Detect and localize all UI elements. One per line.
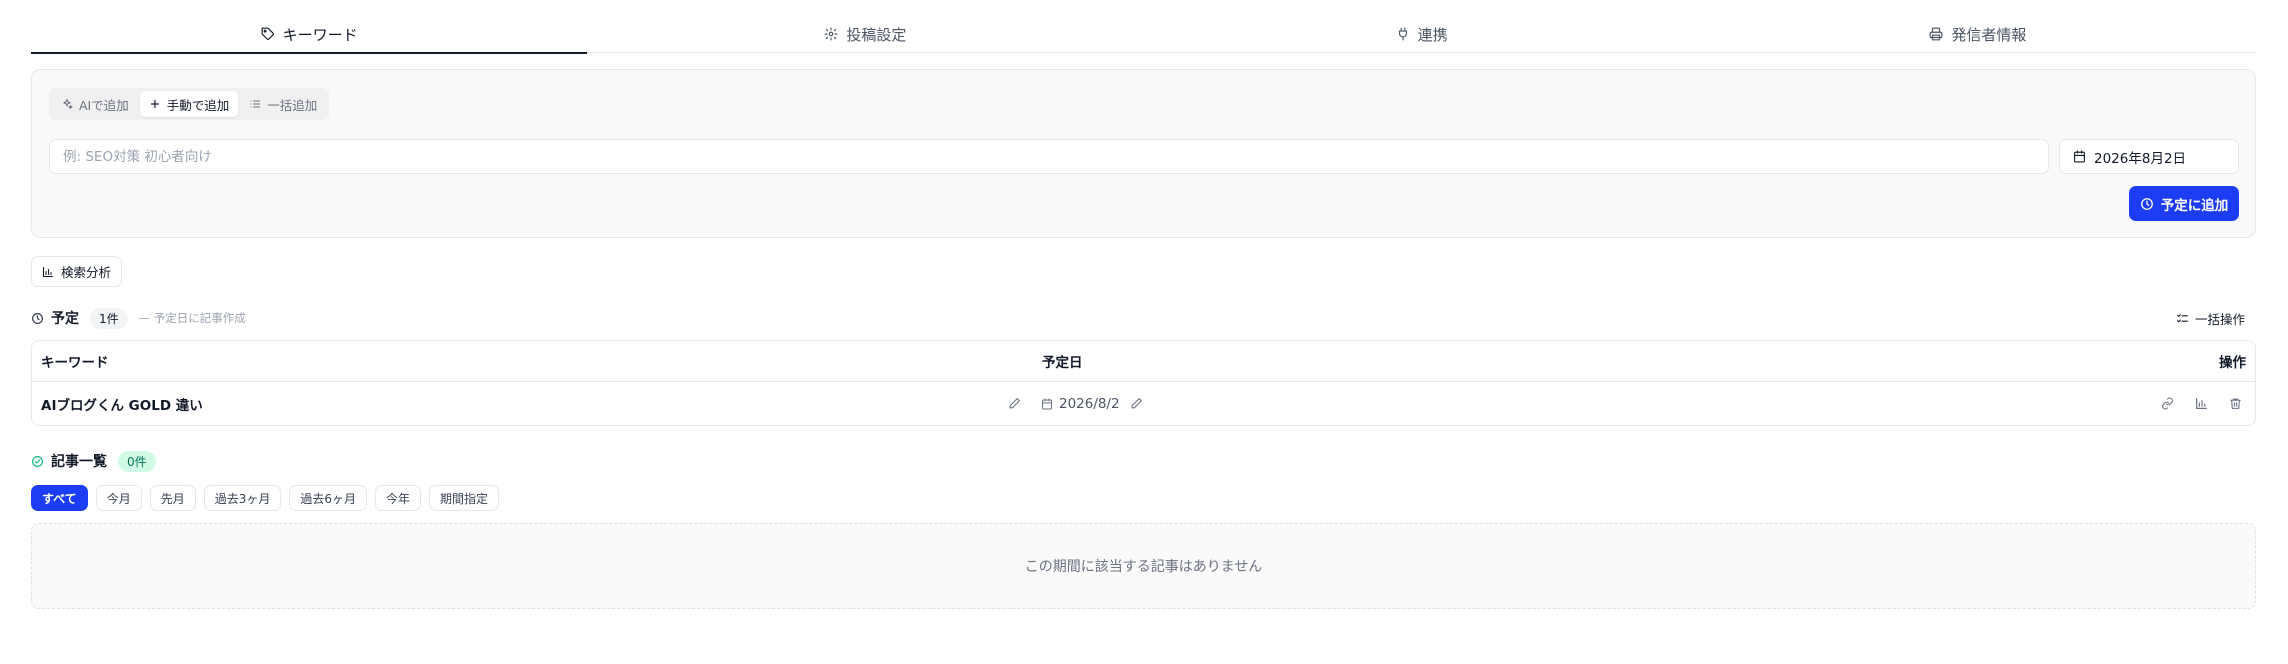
date-value: 2026年8月2日 (2094, 150, 2187, 167)
bulk-action-label: 一括操作 (2195, 311, 2246, 327)
tab-post-settings-label: 投稿設定 (846, 25, 907, 44)
filter-all[interactable]: すべて (31, 485, 88, 511)
main-tabs: キーワード 投稿設定 連携 発信者情報 (31, 16, 2256, 54)
scheduled-title: 予定 (51, 311, 79, 327)
tab-integrations-label: 連携 (1417, 25, 1448, 44)
row-date-cell: 2026/8/2 (1041, 382, 1148, 425)
scheduled-count-badge: 1件 (90, 307, 128, 329)
manual-add-label: 手動で追加 (166, 97, 230, 113)
filter-past-6-months[interactable]: 過去6ヶ月 (289, 485, 367, 511)
column-header-keyword: キーワード (41, 355, 109, 371)
clock-icon (32, 312, 43, 324)
articles-count-badge: 0件 (118, 450, 156, 472)
calendar-icon (1042, 398, 1052, 409)
delete-button[interactable] (2224, 393, 2246, 415)
add-mode-toggle: AIで追加 手動で追加 一括追加 (49, 88, 330, 120)
articles-title: 記事一覧 (51, 454, 107, 470)
period-filter-bar: すべて 今月 先月 過去3ヶ月 過去6ヶ月 今年 期間指定 (31, 485, 500, 511)
empty-message: この期間に該当する記事はありません (1024, 559, 1263, 575)
list-icon (250, 100, 261, 108)
edit-date-button[interactable] (1126, 393, 1148, 415)
filter-this-year[interactable]: 今年 (375, 485, 422, 511)
check-circle-icon (32, 455, 43, 467)
tab-integrations[interactable]: 連携 (1144, 16, 1700, 52)
bulk-add-button[interactable]: 一括追加 (240, 91, 326, 117)
gear-icon (824, 27, 838, 41)
row-keyword: AIブログくん GOLD 違い (41, 397, 203, 414)
calendar-icon (2074, 150, 2085, 163)
bar-chart-icon (2195, 398, 2207, 409)
add-to-schedule-button[interactable]: 予定に追加 (2129, 186, 2239, 221)
scheduled-header: 予定 1件 — 予定日に記事作成 (31, 307, 246, 329)
clock-icon (2140, 197, 2153, 210)
plus-icon (150, 99, 159, 109)
printer-icon (1929, 27, 1943, 41)
sparkles-icon (63, 99, 73, 109)
plug-icon (1398, 27, 1407, 41)
pencil-icon (1131, 398, 1143, 409)
tab-keywords[interactable]: キーワード (31, 16, 588, 54)
filter-past-3-months[interactable]: 過去3ヶ月 (203, 485, 282, 511)
scheduled-table: キーワード 予定日 操作 AIブログくん GOLD 違い 2026/8/2 (31, 340, 2256, 426)
filter-custom-period[interactable]: 期間指定 (429, 485, 500, 511)
bar-chart-icon (42, 266, 54, 277)
add-keyword-panel: AIで追加 手動で追加 一括追加 2026年8月2日 予定に追加 (31, 69, 2256, 238)
link-icon (2161, 397, 2173, 410)
scheduled-note: — 予定日に記事作成 (138, 311, 246, 325)
tab-keywords-label: キーワード (282, 25, 358, 44)
list-checks-icon (2177, 313, 2188, 322)
trash-icon (2229, 398, 2241, 409)
articles-empty-state: この期間に該当する記事はありません (31, 523, 2256, 609)
articles-header: 記事一覧 0件 (31, 450, 156, 472)
pencil-icon (1009, 398, 1020, 409)
filter-this-month[interactable]: 今月 (95, 485, 142, 511)
analytics-button[interactable] (2190, 393, 2212, 415)
tab-sender-info-label: 発信者情報 (1951, 25, 2027, 44)
filter-last-month[interactable]: 先月 (149, 485, 196, 511)
link-button[interactable] (2156, 393, 2178, 415)
tab-sender-info[interactable]: 発信者情報 (1700, 16, 2256, 52)
table-row: AIブログくん GOLD 違い 2026/8/2 (32, 382, 2255, 425)
column-header-date: 予定日 (1042, 355, 1083, 371)
row-date: 2026/8/2 (1059, 395, 1120, 412)
search-analysis-label: 検索分析 (60, 265, 111, 280)
ai-add-label: AIで追加 (79, 97, 129, 113)
row-actions (2156, 382, 2246, 425)
search-analysis-button[interactable]: 検索分析 (31, 256, 122, 287)
bulk-action-button[interactable]: 一括操作 (2176, 307, 2245, 329)
edit-keyword-cell (1003, 382, 1025, 425)
column-header-actions: 操作 (2219, 355, 2246, 371)
add-to-schedule-label: 予定に追加 (2160, 197, 2229, 214)
edit-keyword-button[interactable] (1003, 393, 1025, 415)
date-picker-button[interactable]: 2026年8月2日 (2059, 139, 2239, 174)
keyword-input[interactable] (49, 139, 2049, 174)
tab-post-settings[interactable]: 投稿設定 (587, 16, 1143, 52)
bulk-add-label: 一括追加 (267, 97, 318, 113)
ai-add-button[interactable]: AIで追加 (52, 91, 138, 117)
tag-icon (261, 27, 274, 40)
manual-add-button[interactable]: 手動で追加 (139, 91, 239, 117)
